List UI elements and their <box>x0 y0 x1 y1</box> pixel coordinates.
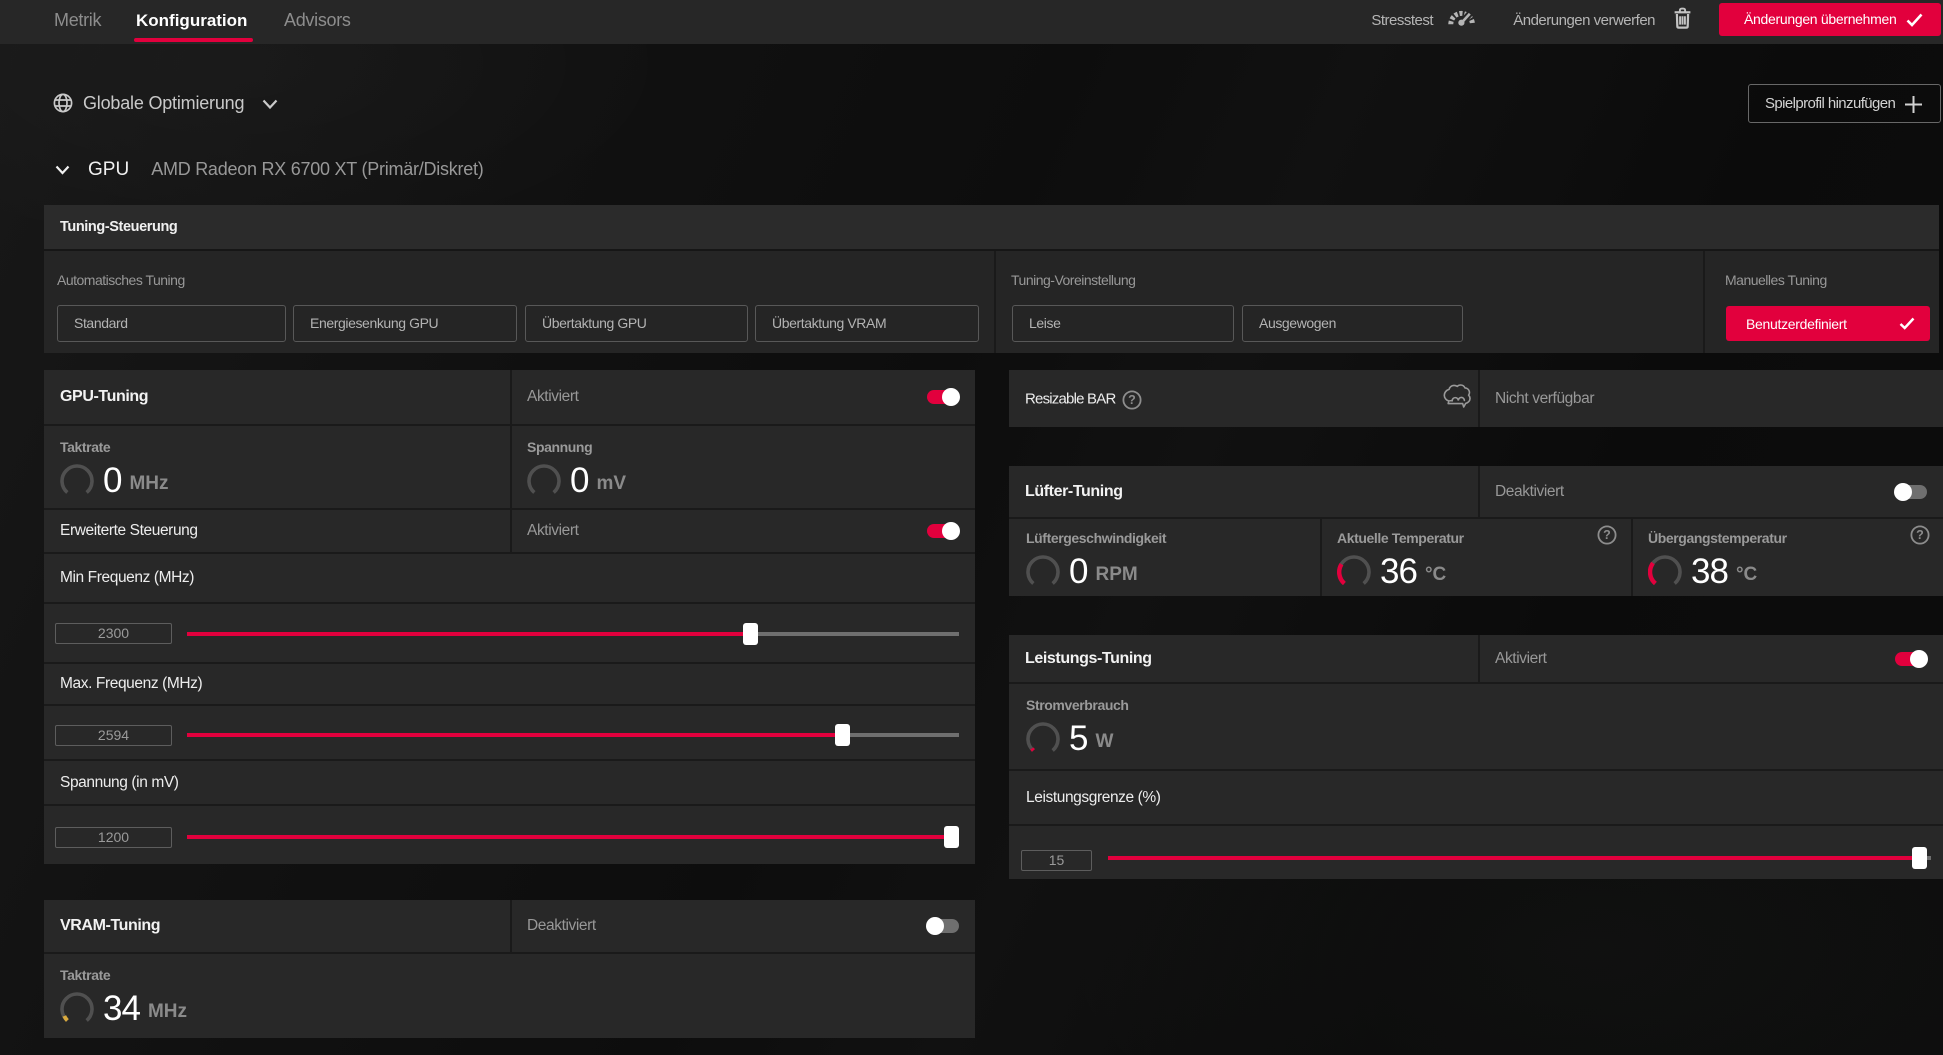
svg-text:?: ? <box>1128 393 1136 407</box>
svg-text:?: ? <box>1603 528 1611 542</box>
svg-text:?: ? <box>1916 528 1924 542</box>
